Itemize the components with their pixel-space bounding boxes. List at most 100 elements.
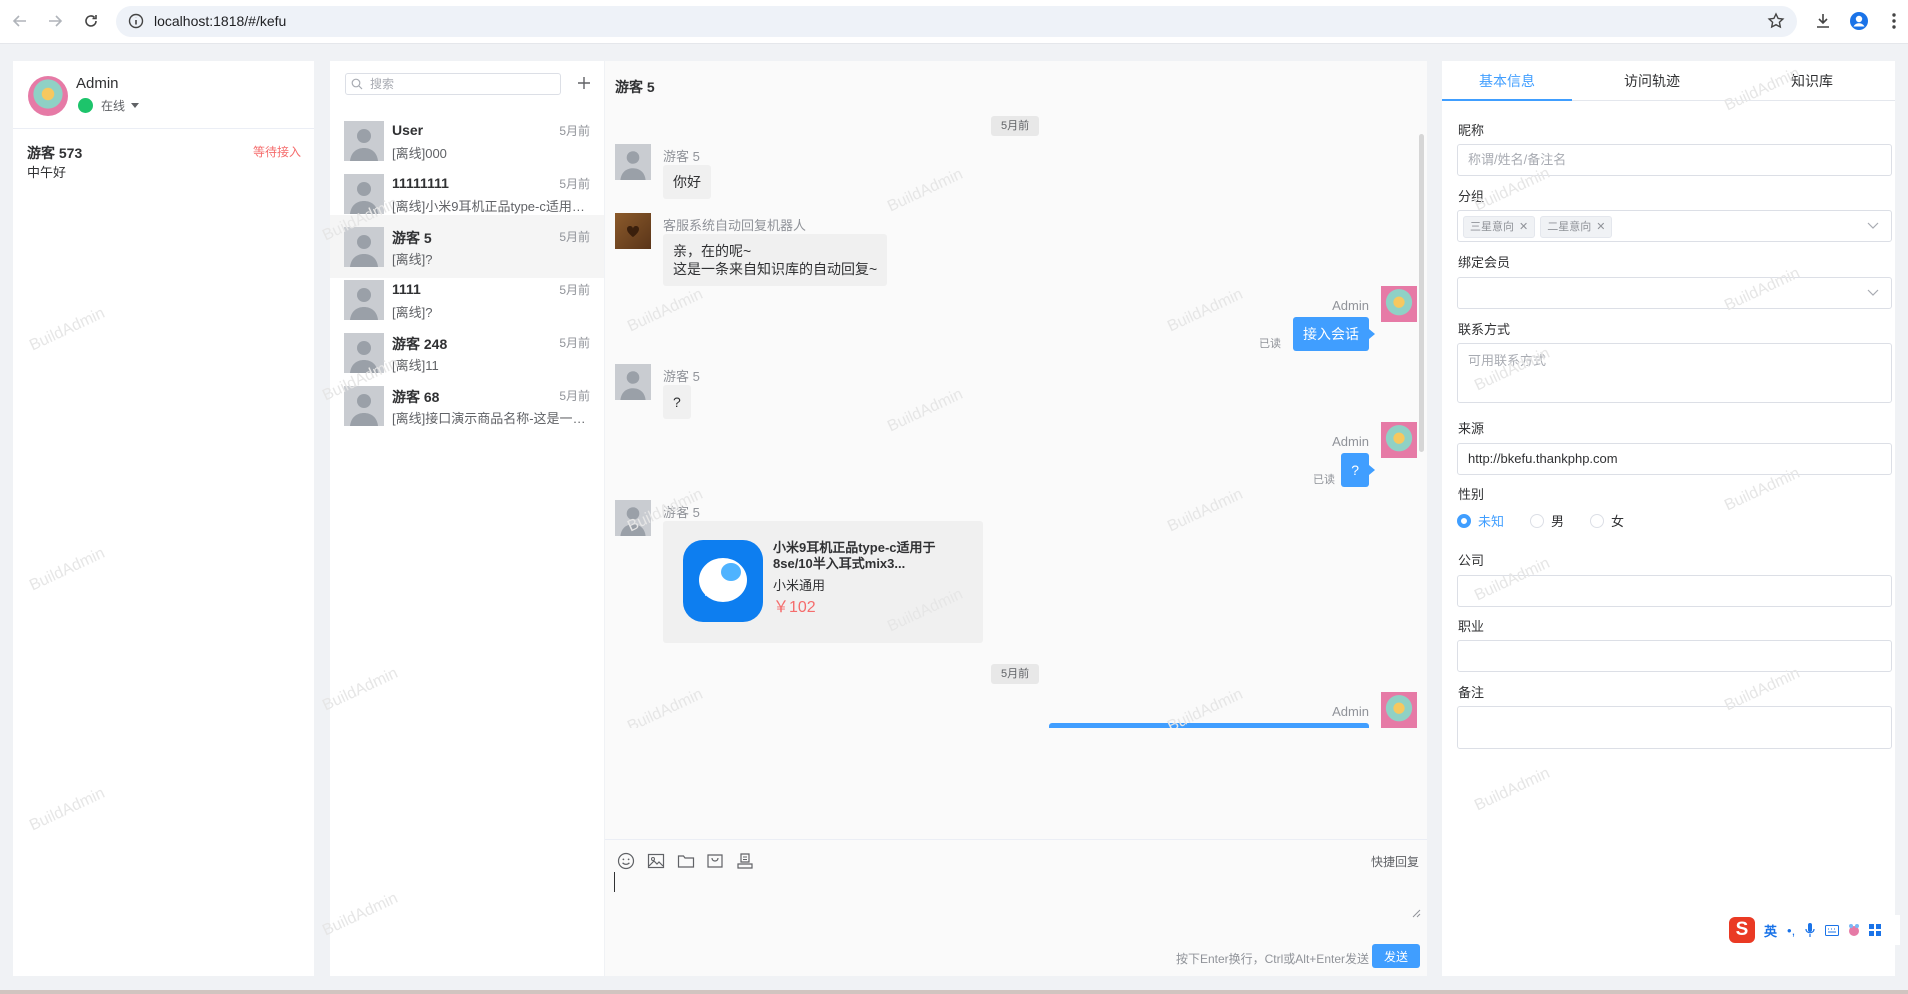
avatar [615, 144, 651, 180]
reload-icon[interactable] [80, 10, 102, 32]
visitor-info-panel: 基本信息 访问轨迹 知识库 昵称 称谓/姓名/备注名 分组 三星意向 ✕ 二星意向 ✕… [1442, 61, 1895, 976]
message-line: 这是一条来自知识库的自动回复~ [673, 261, 878, 277]
job-input[interactable] [1457, 640, 1892, 672]
radio-icon [1530, 513, 1545, 528]
session-name: 游客 68 [392, 389, 440, 405]
session-name: 游客 248 [392, 336, 448, 352]
avatar [344, 174, 384, 214]
message-bubble: 你好 [663, 165, 711, 199]
message-sender: Admin [1332, 434, 1369, 449]
contact-textarea[interactable]: 可用联系方式 [1457, 343, 1892, 403]
gender-radio-male[interactable]: 男 [1530, 511, 1564, 530]
message-sender: Admin [1332, 704, 1369, 719]
session-preview: [离线]接口演示商品名称-这是一个... [392, 411, 592, 426]
chat-title: 游客 5 [615, 79, 655, 95]
watermark: BuildAdmin [624, 285, 706, 336]
back-icon[interactable] [9, 10, 31, 32]
forward-icon[interactable] [44, 10, 66, 32]
message-bubble: ? [1341, 453, 1375, 487]
gender-radio-unknown[interactable]: 未知 [1457, 511, 1504, 530]
skin-icon[interactable] [1847, 923, 1861, 937]
avatar [344, 333, 384, 373]
gender-radio-female[interactable]: 女 [1590, 511, 1624, 530]
send-button[interactable]: 发送 [1372, 944, 1420, 968]
tab-knowledge-base[interactable]: 知识库 [1732, 61, 1892, 101]
message-bubble: ? [663, 385, 691, 419]
microphone-icon[interactable] [1805, 923, 1815, 937]
radio-label: 女 [1611, 514, 1625, 529]
session-preview: [离线]? [392, 252, 433, 267]
note-textarea[interactable] [1457, 706, 1892, 749]
watermark: BuildAdmin [884, 165, 966, 216]
member-label: 绑定会员 [1458, 255, 1511, 270]
punctuation-icon[interactable]: •, [1787, 923, 1795, 938]
message-input[interactable] [605, 866, 1427, 922]
company-input[interactable] [1457, 575, 1892, 607]
avatar [344, 227, 384, 267]
close-icon[interactable]: ✕ [1519, 212, 1528, 242]
profile-icon[interactable] [1848, 10, 1870, 32]
watermark: BuildAdmin [1164, 285, 1246, 336]
grid-menu-icon[interactable] [1869, 924, 1882, 936]
browser-toolbar: localhost:1818/#/kefu [0, 0, 1908, 44]
message-list[interactable]: 5月前 游客 5 你好 客服系统自动回复机器人 亲，在的呢~ 这是一条来自知识库… [605, 102, 1427, 728]
product-card[interactable]: 小米9耳机正品type-c适用于8se/10半入耳式mix3... 小米通用 ￥… [663, 521, 983, 643]
group-select[interactable]: 三星意向 ✕ 二星意向 ✕ [1457, 210, 1892, 242]
read-status: 已读 [1313, 474, 1335, 486]
tab-visit-track[interactable]: 访问轨迹 [1572, 61, 1732, 101]
session-name: 11111111 [392, 175, 449, 191]
session-time: 5月前 [559, 124, 590, 138]
watermark: BuildAdmin [1471, 764, 1553, 815]
sogou-logo-icon: S [1729, 917, 1755, 943]
group-tag-label: 三星意向 [1470, 221, 1514, 233]
waiting-message: 中午好 [27, 165, 67, 180]
address-bar[interactable]: localhost:1818/#/kefu [116, 6, 1797, 37]
keyboard-icon[interactable] [1825, 924, 1840, 936]
member-select[interactable] [1457, 277, 1892, 309]
status-dropdown[interactable]: 在线 [78, 97, 140, 114]
session-name: User [392, 122, 424, 138]
watermark: BuildAdmin [319, 664, 401, 715]
menu-icon[interactable] [1883, 10, 1905, 32]
watermark: BuildAdmin [624, 685, 706, 728]
chat-bubble-icon [683, 540, 763, 622]
search-input[interactable] [370, 76, 555, 92]
radio-selected-icon [1457, 513, 1471, 528]
message-sender: 游客 5 [663, 505, 700, 520]
contact-label: 联系方式 [1458, 322, 1511, 337]
session-time: 5月前 [559, 336, 590, 350]
watermark: BuildAdmin [26, 304, 108, 355]
watermark: BuildAdmin [884, 385, 966, 436]
download-icon[interactable] [1812, 10, 1834, 32]
resize-handle-icon[interactable] [1411, 908, 1421, 918]
watermark: BuildAdmin [26, 544, 108, 595]
avatar[interactable] [28, 76, 68, 116]
tab-basic-info[interactable]: 基本信息 [1442, 61, 1572, 101]
ime-lang[interactable]: 英 [1764, 921, 1777, 940]
source-input[interactable]: http://bkefu.thankphp.com [1457, 443, 1892, 475]
gender-label: 性别 [1458, 487, 1485, 502]
scrollbar[interactable] [1419, 134, 1424, 452]
nickname-input[interactable]: 称谓/姓名/备注名 [1457, 144, 1892, 176]
group-tag-label: 二星意向 [1547, 221, 1592, 233]
star-icon[interactable] [1767, 12, 1785, 30]
caret-down-icon [131, 103, 140, 108]
session-item[interactable]: 游客 68 5月前 [离线]接口演示商品名称-这是一个... [330, 374, 604, 437]
add-session-button[interactable] [573, 72, 595, 94]
ime-toolbar[interactable]: S 英 •, [1725, 915, 1900, 945]
watermark: BuildAdmin [26, 784, 108, 835]
gender-radio-group: 未知 男 女 [1457, 511, 1650, 530]
close-icon[interactable]: ✕ [1596, 212, 1605, 242]
message-bubble: 接入会话 [1293, 317, 1375, 351]
session-name: 游客 5 [392, 230, 432, 246]
read-status: 已读 [1259, 338, 1281, 350]
session-time: 5月前 [559, 283, 590, 297]
product-subtitle: 小米通用 [773, 578, 826, 593]
waiting-status: 等待接入 [252, 145, 301, 159]
avatar [344, 121, 384, 161]
avatar [1381, 422, 1417, 458]
session-preview: [离线]000 [392, 146, 447, 161]
waiting-panel: Admin 在线 游客 573 等待接入 中午好 BuildAdmin Buil… [13, 61, 314, 976]
url-text: localhost:1818/#/kefu [154, 13, 287, 29]
info-icon[interactable] [128, 13, 144, 29]
